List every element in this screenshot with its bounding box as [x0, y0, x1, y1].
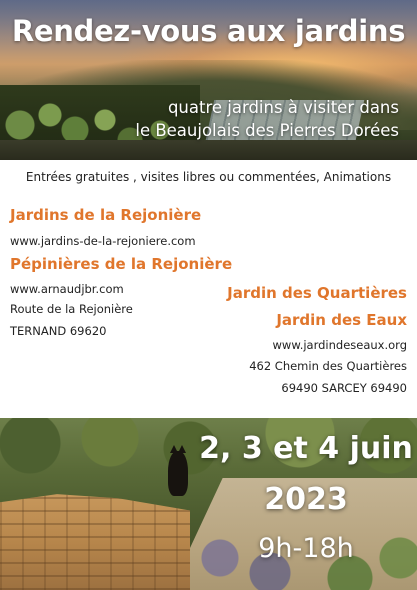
entries-info: Entrées gratuites , visites libres ou co…	[25, 170, 392, 184]
venue-name-jardins-rejoniere: Jardins de la Rejonière	[10, 206, 202, 224]
address-quartieres: 462 Chemin des Quartières	[249, 359, 407, 373]
subtitle-line-2: le Beaujolais des Pierres Dorées	[135, 121, 399, 141]
venue-name-jardin-quartieres: Jardin des Quartières	[227, 284, 407, 302]
address-rejoniere: Route de la Rejonière	[10, 302, 133, 316]
url-jardins-rejoniere[interactable]: www.jardins-de-la-rejoniere.com	[10, 234, 196, 248]
ground	[0, 140, 417, 160]
url-jardin-eaux[interactable]: www.jardindeseaux.org	[273, 338, 407, 352]
poster-subtitle: quatre jardins à visiter dans le Beaujol…	[135, 96, 399, 143]
stone-wall	[0, 494, 190, 590]
url-pepinieres-rejoniere[interactable]: www.arnaudjbr.com	[10, 282, 124, 296]
poster-title: Rendez-vous aux jardins	[11, 14, 406, 48]
event-year: 2023	[264, 482, 348, 517]
black-cat	[168, 445, 188, 496]
event-dates: 2, 3 et 4 juin	[199, 431, 413, 466]
city-rejoniere: TERNAND 69620	[10, 324, 107, 338]
subtitle-line-1: quatre jardins à visiter dans	[167, 98, 399, 117]
venue-name-jardin-eaux: Jardin des Eaux	[276, 311, 407, 329]
venue-name-pepinieres-rejoniere: Pépinières de la Rejonière	[10, 255, 233, 273]
city-sarcey: 69490 SARCEY 69490	[281, 381, 407, 395]
event-hours: 9h-18h	[258, 533, 354, 564]
